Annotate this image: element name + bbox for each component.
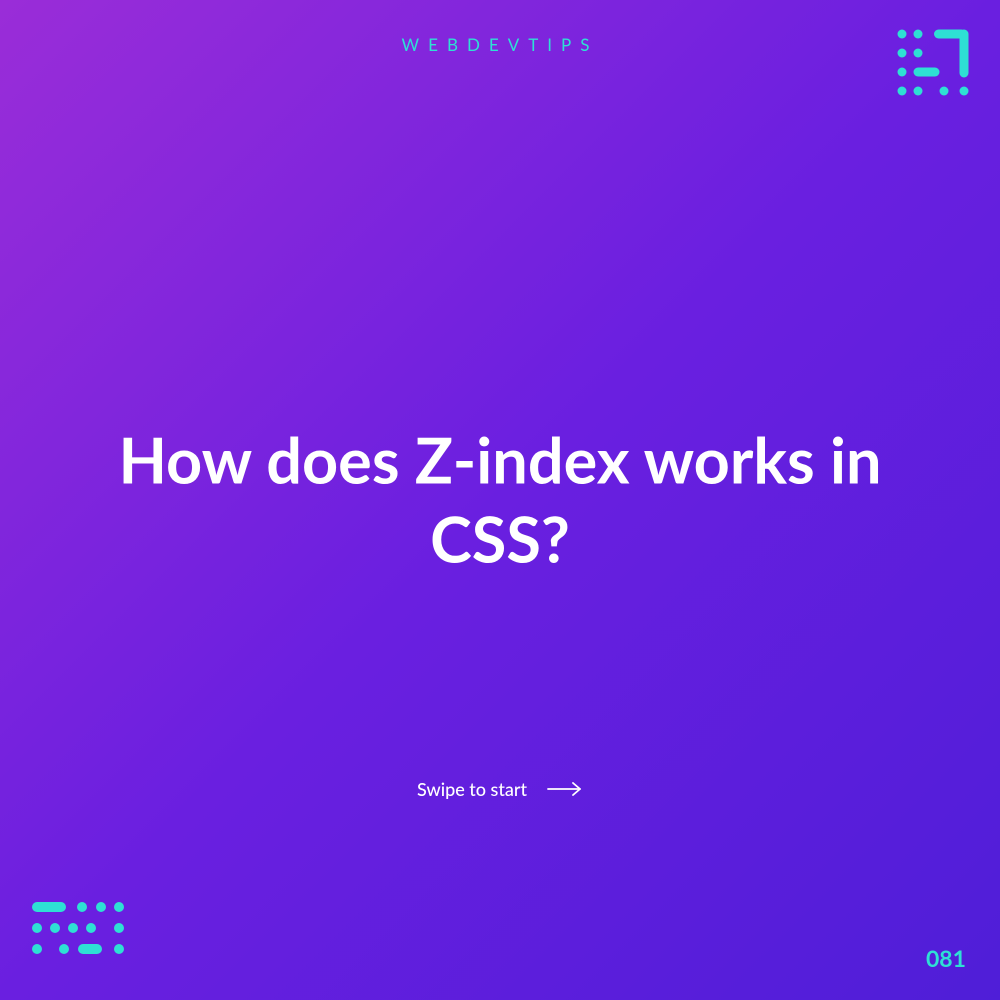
brand-label: WEBDEVTIPS [402,34,599,55]
swipe-label: Swipe to start [417,778,527,800]
page-number: 081 [926,944,966,972]
decorative-dots-bottom-left-icon [30,900,124,972]
arrow-right-icon [547,782,583,796]
decorative-dots-top-right-icon [896,28,970,106]
page-title: How does Z-index works in CSS? [50,421,950,579]
swipe-hint: Swipe to start [417,778,583,800]
